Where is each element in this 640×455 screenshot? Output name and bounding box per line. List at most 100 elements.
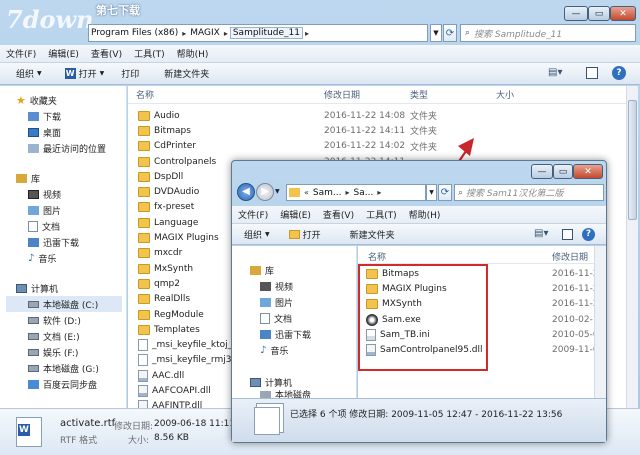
help-icon[interactable]: ? — [582, 228, 595, 241]
front-new-folder-button[interactable]: 新建文件夹 — [328, 228, 402, 241]
front-menu-edit[interactable]: 编辑(E) — [274, 208, 317, 221]
front-nav-drive[interactable]: 本地磁盘 — [236, 390, 356, 398]
nav-videos[interactable]: 视频 — [6, 186, 126, 202]
back-file-name: qmp2 — [154, 278, 180, 289]
front-maximize-button[interactable]: ▭ — [553, 164, 573, 179]
front-scrollbar[interactable] — [594, 246, 606, 398]
chevron-right-icon: ▸ — [305, 28, 310, 38]
back-address-dropdown[interactable]: ▼ — [430, 24, 442, 42]
nav-drive-d[interactable]: 软件 (D:) — [6, 312, 126, 328]
nav-desktop[interactable]: 桌面 — [6, 124, 126, 140]
front-search-input[interactable]: ⌕ 搜索 Sam11汉化第二版 — [454, 184, 604, 201]
front-close-button[interactable]: ✕ — [573, 164, 603, 179]
back-menu-help[interactable]: 帮助(H) — [171, 47, 215, 60]
nav-recent[interactable]: 最近访问的位置 — [6, 140, 126, 156]
nav-drive-c[interactable]: 本地磁盘 (C:) — [6, 296, 122, 312]
documents-icon — [28, 220, 38, 232]
front-back-button[interactable]: ◀ — [237, 183, 255, 201]
front-nav-pictures[interactable]: 图片 — [236, 294, 356, 310]
front-address-bar[interactable]: « Sam... ▸ Sa... ▸ — [286, 184, 426, 201]
back-refresh-button[interactable]: ⟳ — [443, 24, 457, 42]
nav-drive-e[interactable]: 文档 (E:) — [6, 328, 126, 344]
back-scrollbar[interactable] — [626, 86, 638, 408]
back-open-button[interactable]: W 打开 ▼ — [49, 67, 112, 80]
back-menu-tools[interactable]: 工具(T) — [128, 47, 171, 60]
front-col-name[interactable]: 名称 — [368, 250, 386, 263]
front-forward-button[interactable]: ▶ — [256, 183, 274, 201]
front-status-text: 已选择 6 个项 修改日期: 2009-11-05 12:47 - 2016-1… — [290, 410, 563, 420]
nav-thunder[interactable]: 迅雷下载 — [6, 234, 126, 250]
back-maximize-button[interactable]: ▭ — [588, 6, 610, 21]
back-col-size[interactable]: 大小 — [496, 88, 514, 101]
front-address-dropdown[interactable]: ▼ — [426, 184, 437, 201]
front-nav-thunder[interactable]: 迅雷下载 — [236, 326, 356, 342]
front-address-segment-1[interactable]: Sam... — [311, 188, 344, 198]
front-menu-tools[interactable]: 工具(T) — [360, 208, 403, 221]
nav-drive-g[interactable]: 本地磁盘 (G:) — [6, 360, 126, 376]
front-search-placeholder: 搜索 Sam11汉化第二版 — [466, 189, 564, 199]
back-file-name: RegModule — [154, 309, 204, 320]
front-menu-view[interactable]: 查看(V) — [317, 208, 360, 221]
folder-icon — [138, 141, 150, 152]
back-minimize-button[interactable]: — — [564, 6, 588, 21]
front-menu-file[interactable]: 文件(F) — [232, 208, 274, 221]
folder-icon — [138, 110, 150, 121]
back-address-segment-3[interactable]: Samplitude_11 — [229, 27, 303, 39]
back-file-row[interactable]: Audio 2016-11-22 14:08 文件夹 — [128, 108, 628, 123]
preview-pane-icon[interactable] — [562, 229, 573, 240]
preview-pane-icon[interactable] — [586, 67, 598, 79]
back-file-row[interactable]: CdPrinter 2016-11-22 14:02 文件夹 — [128, 139, 628, 154]
nav-computer[interactable]: 计算机 — [6, 280, 126, 296]
front-history-dropdown[interactable]: ▼ — [275, 188, 280, 195]
help-icon[interactable]: ? — [612, 66, 626, 80]
back-new-folder-button[interactable]: 新建文件夹 — [146, 67, 216, 80]
front-organize-button[interactable]: 组织 ▼ — [232, 228, 277, 241]
nav-documents[interactable]: 文档 — [6, 218, 126, 234]
front-nav-libraries[interactable]: 库 — [236, 262, 356, 278]
nav-music[interactable]: ♪ 音乐 — [6, 250, 126, 266]
view-options-icon[interactable]: ▤▾ — [534, 228, 548, 239]
nav-baidu-sync[interactable]: 百度云同步盘 — [6, 376, 126, 392]
front-menu-help[interactable]: 帮助(H) — [403, 208, 447, 221]
back-nav-pane: ★ 收藏夹 下载 桌面 最近访问的位置 库 视频 图片 文档 迅雷下载 ♪ 音乐 计… — [0, 86, 127, 408]
back-menu-view[interactable]: 查看(V) — [85, 47, 128, 60]
back-menu-file[interactable]: 文件(F) — [0, 47, 42, 60]
back-file-name: MxSynth — [154, 263, 194, 274]
video-icon — [260, 281, 271, 291]
front-col-date[interactable]: 修改日期 — [552, 250, 588, 263]
nav-thunder-label: 迅雷下载 — [43, 238, 80, 249]
view-options-icon[interactable]: ▤▾ — [548, 67, 568, 81]
back-close-button[interactable]: ✕ — [610, 6, 636, 21]
back-address-segment-2[interactable]: MAGIX — [188, 28, 222, 38]
nav-downloads-label: 下载 — [43, 112, 62, 123]
front-refresh-button[interactable]: ⟳ — [438, 184, 452, 201]
back-col-date[interactable]: 修改日期 — [324, 88, 360, 101]
nav-pictures[interactable]: 图片 — [6, 202, 126, 218]
front-nav-videos[interactable]: 视频 — [236, 278, 356, 294]
front-file-date: 2016-11-22 — [552, 283, 594, 294]
front-nav-drive-label: 本地磁盘 — [275, 390, 312, 399]
nav-drive-f[interactable]: 娱乐 (F:) — [6, 344, 126, 360]
back-scrollbar-thumb[interactable] — [628, 100, 637, 220]
back-address-segment-1[interactable]: Program Files (x86) — [89, 28, 180, 38]
front-open-button[interactable]: 打开 — [277, 228, 328, 241]
back-col-type[interactable]: 类型 — [410, 88, 428, 101]
back-file-row[interactable]: Bitmaps 2016-11-22 14:11 文件夹 — [128, 123, 628, 138]
nav-libraries[interactable]: 库 — [6, 170, 126, 186]
folder-icon — [138, 125, 150, 136]
front-address-segment-2[interactable]: Sa... — [352, 188, 376, 198]
nav-favorites[interactable]: ★ 收藏夹 — [6, 92, 126, 108]
selection-highlight-box — [358, 264, 488, 371]
front-minimize-button[interactable]: — — [531, 164, 553, 179]
back-organize-button[interactable]: 组织 ▼ — [0, 67, 49, 80]
back-search-input[interactable]: ⌕ 搜索 Samplitude_11 — [460, 24, 636, 42]
back-menu-edit[interactable]: 编辑(E) — [42, 47, 85, 60]
back-print-button[interactable]: 打印 — [111, 67, 146, 80]
download-folder-icon — [28, 111, 39, 121]
front-nav-documents[interactable]: 文档 — [236, 310, 356, 326]
nav-downloads[interactable]: 下载 — [6, 108, 126, 124]
front-nav-computer[interactable]: 计算机 — [236, 374, 356, 390]
back-col-name[interactable]: 名称 — [136, 88, 154, 101]
back-address-bar[interactable]: Program Files (x86) ▸ MAGIX ▸ Samplitude… — [88, 24, 428, 42]
front-nav-music[interactable]: ♪ 音乐 — [236, 342, 356, 358]
